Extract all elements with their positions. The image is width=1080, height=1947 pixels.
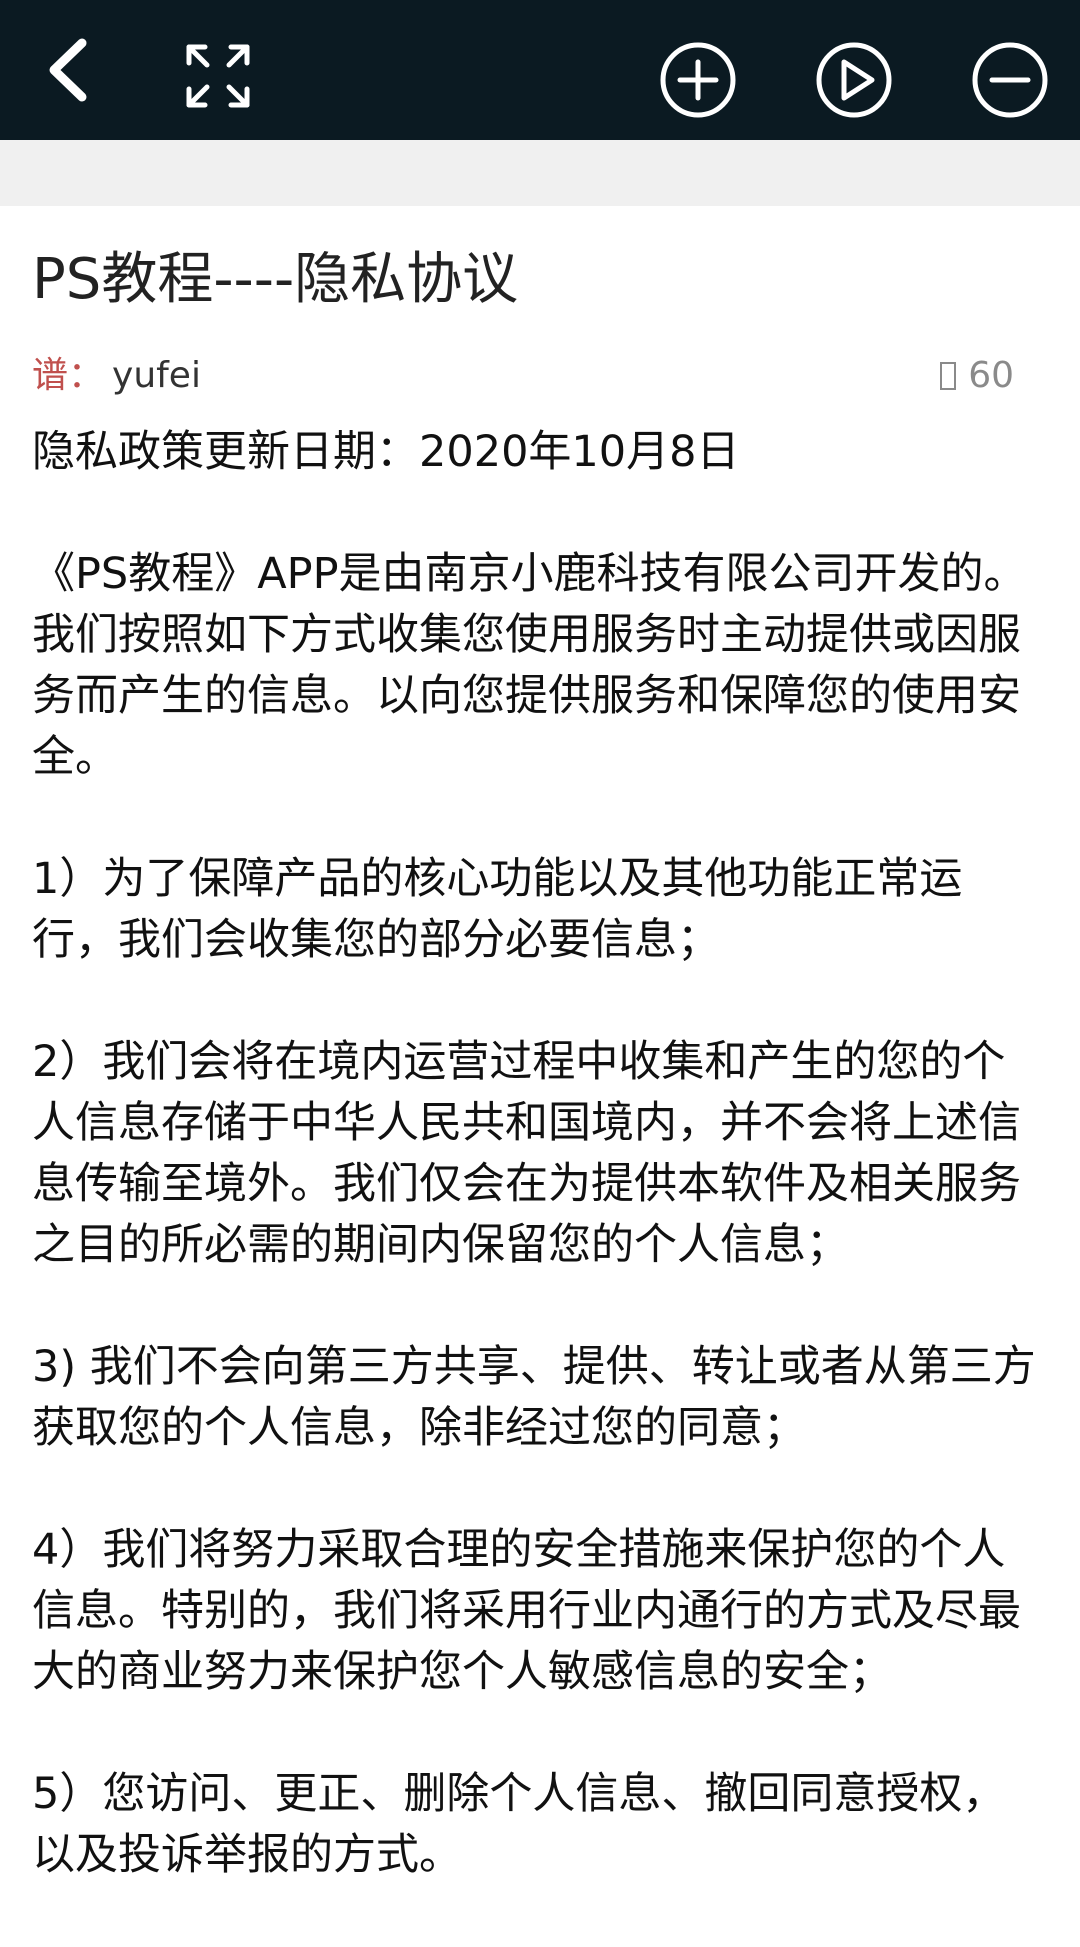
- policy-item-3: 3) 我们不会向第三方共享、提供、转让或者从第三方获取您的个人信息，除非经过您的…: [32, 1342, 1036, 1453]
- intro-paragraph: 《PS教程》APP是由南京小鹿科技有限公司开发的。我们按照如下方式收集您使用服务…: [32, 549, 1027, 782]
- update-date: 隐私政策更新日期：2020年10月8日: [32, 427, 740, 477]
- author-name: yufei: [112, 355, 201, 396]
- fullscreen-button[interactable]: [172, 30, 264, 122]
- top-toolbar: [0, 0, 1080, 140]
- views-icon: [940, 362, 957, 390]
- article-title: PS教程----隐私协议: [32, 247, 519, 312]
- zoom-out-icon: [972, 42, 1048, 118]
- article-meta: 谱： yufei 60: [32, 346, 1048, 406]
- policy-item-5: 5）您访问、更正、删除个人信息、撤回同意授权，以及投诉举报的方式。: [32, 1769, 1006, 1880]
- zoom-in-button[interactable]: [656, 38, 740, 122]
- view-count-value: 60: [968, 355, 1014, 396]
- policy-item-4: 4）我们将努力采取合理的安全措施来保护您的个人信息。特别的，我们将采用行业内通行…: [32, 1525, 1021, 1697]
- play-button[interactable]: [812, 38, 896, 122]
- back-icon: [49, 38, 87, 102]
- author-prefix: 谱：: [32, 355, 105, 396]
- back-button[interactable]: [30, 30, 110, 110]
- article-body: 隐私政策更新日期：2020年10月8日 《PS教程》APP是由南京小鹿科技有限公…: [32, 422, 1048, 1886]
- policy-item-1: 1）为了保障产品的核心功能以及其他功能正常运行，我们会收集您的部分必要信息；: [32, 854, 963, 965]
- article: PS教程----隐私协议 谱： yufei 60 隐私政策更新日期：2020年10…: [32, 206, 1048, 1947]
- policy-item-2: 2）我们会将在境内运营过程中收集和产生的您的个人信息存储于中华人民共和国境内，并…: [32, 1037, 1021, 1270]
- zoom-in-icon: [660, 42, 736, 118]
- play-icon: [816, 42, 892, 118]
- fullscreen-icon: [186, 44, 250, 108]
- view-count: 60: [940, 346, 1014, 406]
- header-separator: [0, 140, 1080, 206]
- zoom-out-button[interactable]: [968, 38, 1052, 122]
